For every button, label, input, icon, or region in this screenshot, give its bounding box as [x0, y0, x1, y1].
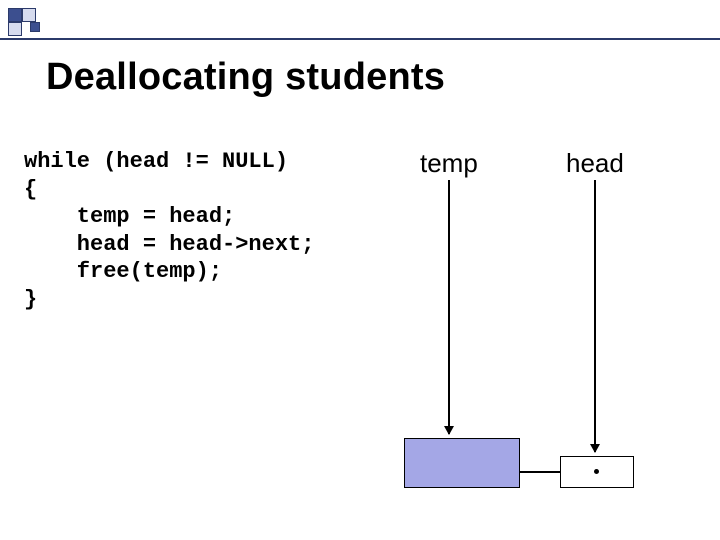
arrow-temp-icon — [448, 180, 450, 434]
linked-list-node — [404, 438, 520, 488]
divider — [0, 38, 720, 40]
node-connector — [520, 471, 560, 473]
slide-title: Deallocating students — [46, 56, 445, 99]
code-block: while (head != NULL) { temp = head; head… — [24, 148, 314, 313]
arrow-head-icon — [594, 180, 596, 452]
label-head: head — [566, 148, 624, 179]
label-temp: temp — [420, 148, 478, 179]
pointer-dot-icon — [594, 469, 599, 474]
